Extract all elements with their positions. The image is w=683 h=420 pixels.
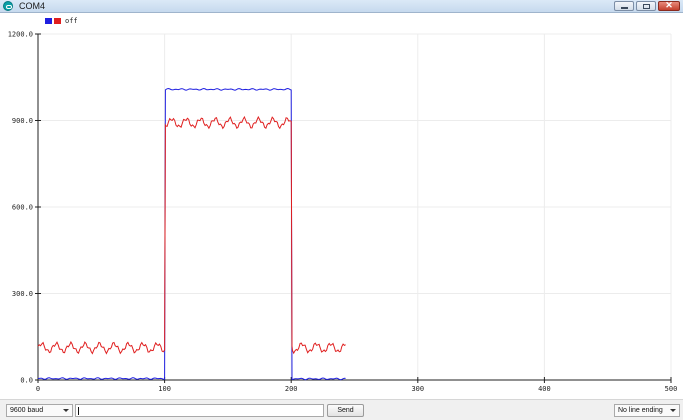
arduino-icon <box>3 1 13 11</box>
legend: off <box>45 16 78 25</box>
series-line-red <box>37 115 346 355</box>
serial-input[interactable] <box>75 404 324 417</box>
y-tick-label: 300.0 <box>12 290 33 298</box>
y-tick-label: 900.0 <box>12 117 33 125</box>
x-tick-label: 400 <box>538 385 551 393</box>
send-button[interactable]: Send <box>327 404 364 417</box>
title-bar: COM4 ✕ <box>0 0 683 13</box>
x-tick-label: 300 <box>411 385 424 393</box>
window-controls: ✕ <box>614 0 680 12</box>
legend-swatch-red <box>54 17 61 24</box>
x-tick-label: 0 <box>36 385 40 393</box>
text-caret <box>78 407 79 415</box>
maximize-icon <box>643 4 650 9</box>
window-title: COM4 <box>19 1 46 11</box>
minimize-icon <box>621 7 628 9</box>
bottom-toolbar: 9600 baud Send No line ending <box>0 399 683 420</box>
close-button[interactable]: ✕ <box>658 0 680 11</box>
x-tick-label: 200 <box>285 385 298 393</box>
serial-plotter-chart: 0.0 300.0 600.0 900.0 1200.0 0 100 200 300 400 500 <box>8 31 678 394</box>
line-ending-select[interactable]: No line ending <box>614 404 680 417</box>
legend-label: off <box>65 16 78 25</box>
line-ending-value: No line ending <box>618 407 663 414</box>
x-tick-label: 500 <box>665 385 678 393</box>
baud-rate-select[interactable]: 9600 baud <box>6 404 73 417</box>
chevron-down-icon <box>670 409 676 412</box>
minimize-button[interactable] <box>614 1 634 11</box>
x-tick-label: 100 <box>158 385 171 393</box>
maximize-button[interactable] <box>636 1 656 11</box>
y-tick-label: 0.0 <box>20 377 33 385</box>
series-line-blue <box>37 87 346 381</box>
close-icon: ✕ <box>665 0 673 10</box>
y-tick-label: 1200.0 <box>8 31 33 39</box>
legend-swatch-blue <box>45 17 52 24</box>
baud-rate-value: 9600 baud <box>10 407 44 414</box>
chevron-down-icon <box>63 409 69 412</box>
y-tick-label: 600.0 <box>12 204 33 212</box>
